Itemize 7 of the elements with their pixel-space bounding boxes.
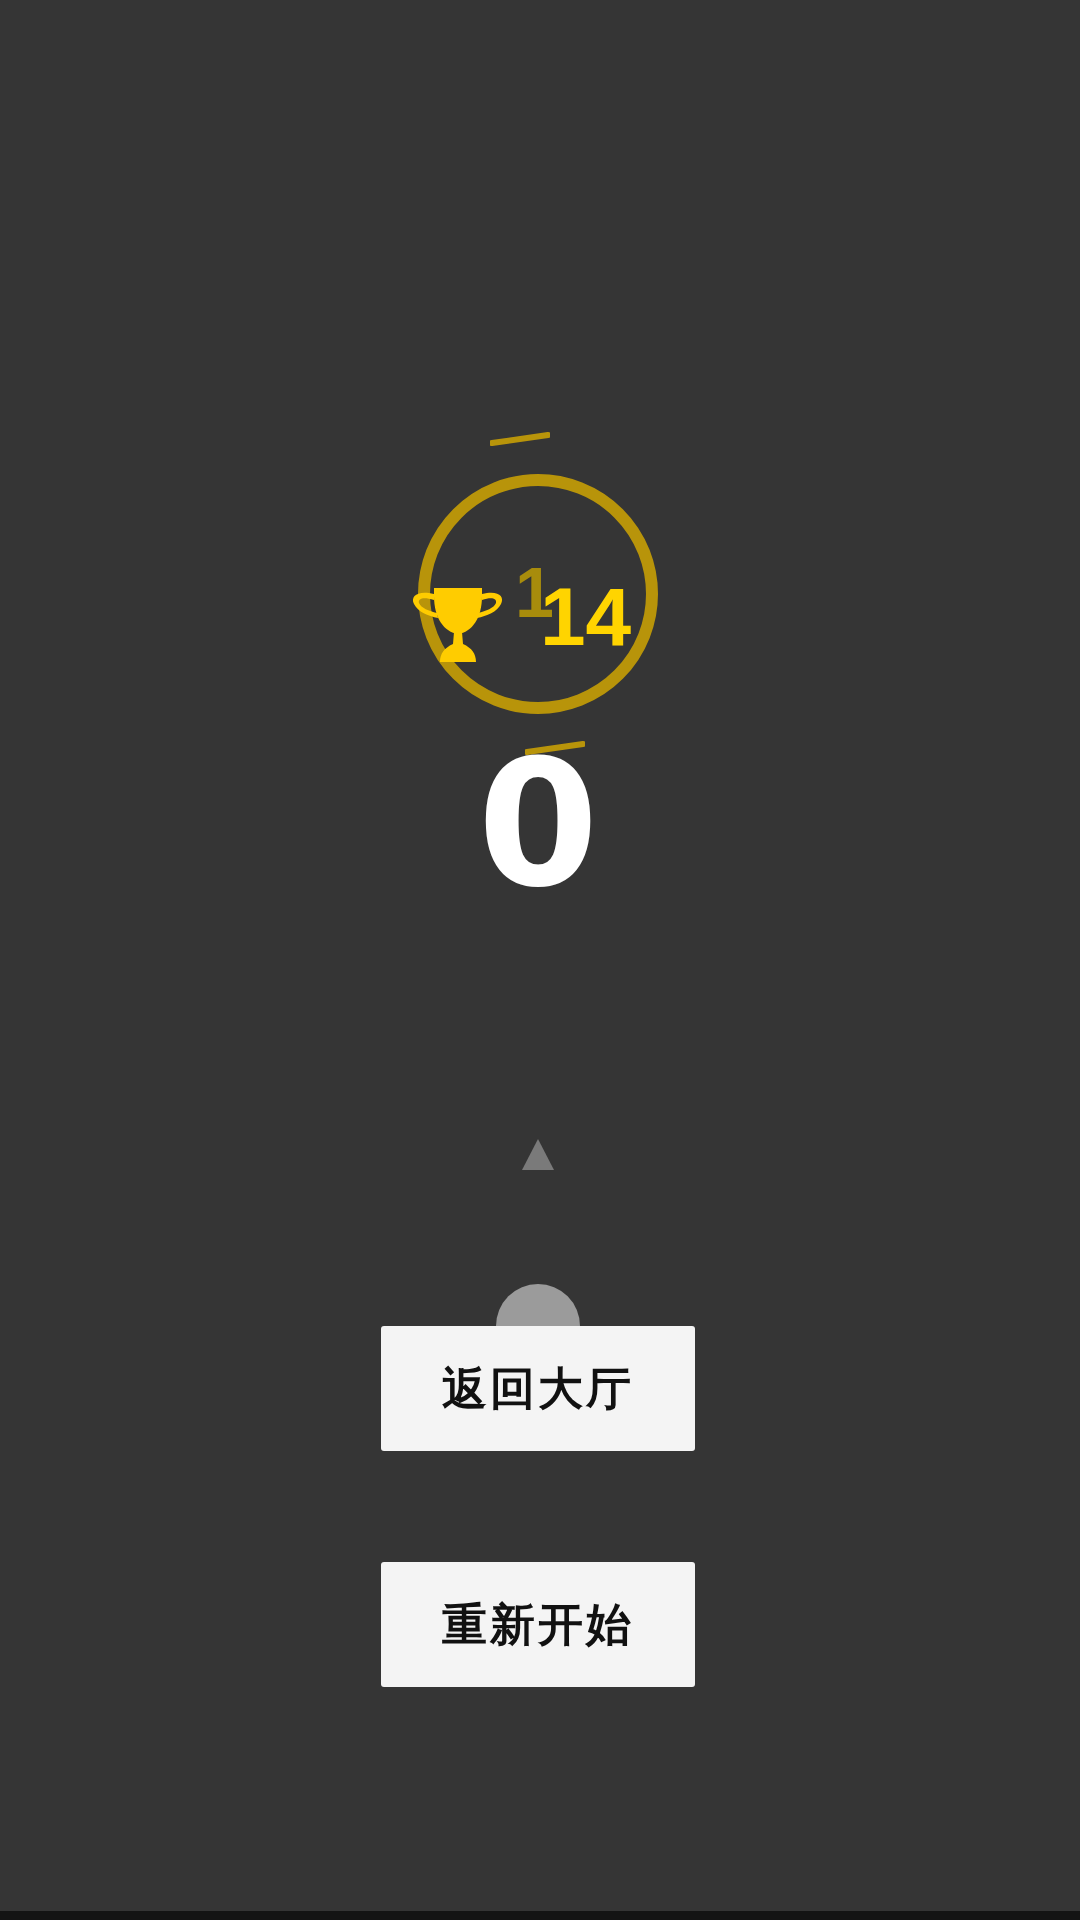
- dash-icon: [525, 739, 585, 755]
- triangle-icon: [521, 1138, 555, 1172]
- menu-button[interactable]: 重新开始: [381, 1562, 695, 1688]
- dash-icon: [490, 431, 550, 447]
- trophy-icon: [410, 588, 505, 664]
- menu-button[interactable]: 返回大厅: [381, 1326, 695, 1452]
- score: 0: [477, 755, 599, 895]
